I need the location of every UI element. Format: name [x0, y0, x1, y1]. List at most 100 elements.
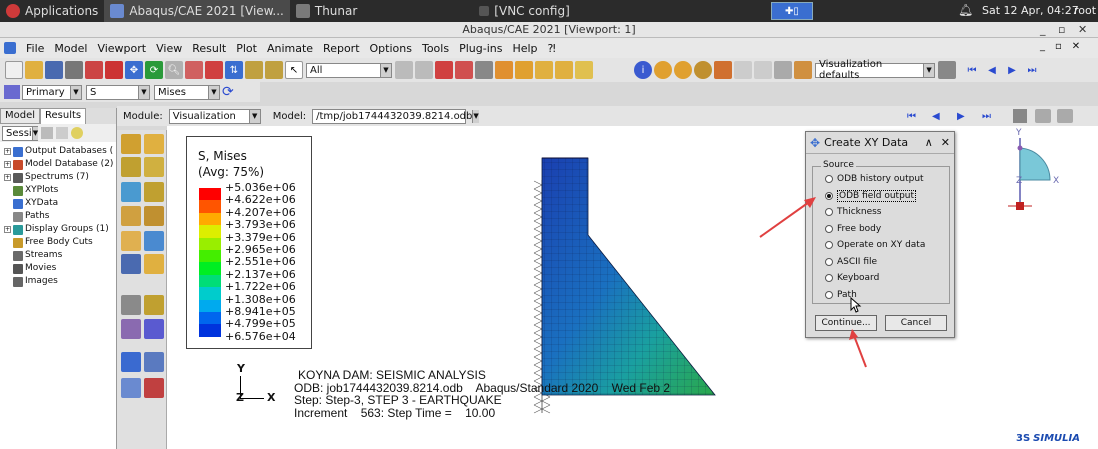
cube-side-icon[interactable] [555, 61, 573, 79]
source-option[interactable]: Keyboard [813, 270, 949, 287]
menu-tools[interactable]: Tools [422, 42, 449, 55]
expand-icon[interactable] [4, 187, 11, 194]
set-icon[interactable] [1013, 109, 1027, 123]
cube-icon[interactable] [515, 61, 533, 79]
radio-icon[interactable] [825, 274, 833, 283]
tree-item[interactable]: Paths [0, 210, 116, 223]
tree-item[interactable]: Movies [0, 262, 116, 275]
select-arrow-icon[interactable]: ↖ [285, 61, 303, 79]
radio-selected-icon[interactable] [825, 191, 833, 200]
dialog-title-bar[interactable]: ✥ Create XY Data ∧ ✕ [806, 132, 954, 154]
expand-icon[interactable]: + [4, 226, 11, 233]
primary-combo[interactable]: Primary ▼ [22, 84, 82, 100]
source-option[interactable]: Free body [813, 221, 949, 238]
create-xy-data-icon[interactable] [121, 352, 141, 372]
render-wire-icon[interactable] [694, 61, 712, 79]
refresh-icon[interactable]: ⟳ [222, 84, 234, 100]
menu-animate[interactable]: Animate [267, 42, 313, 55]
radio-icon[interactable] [825, 290, 833, 299]
source-option[interactable]: Thickness [813, 204, 949, 221]
task-vnc[interactable]: [VNC config] [473, 0, 575, 22]
xy-data-manager-icon[interactable] [144, 352, 164, 372]
source-option[interactable]: ASCII file [813, 254, 949, 271]
menu-file[interactable]: File [26, 42, 44, 55]
radio-icon[interactable] [825, 257, 833, 266]
color-code-icon[interactable] [938, 61, 956, 79]
free-body-icon[interactable] [144, 295, 164, 315]
animate-time-icon[interactable] [121, 254, 141, 274]
viewcut-icon[interactable] [121, 295, 141, 315]
allow-multiple-icon[interactable] [121, 231, 141, 251]
measure-icon[interactable] [265, 61, 283, 79]
tree-item[interactable]: + Display Groups (1) [0, 223, 116, 236]
camera-icon[interactable] [1035, 109, 1051, 123]
menu-result[interactable]: Result [192, 42, 226, 55]
new-file-icon[interactable] [5, 61, 23, 79]
variable-combo[interactable]: S ▼ [86, 84, 150, 100]
menu-options[interactable]: Options [370, 42, 412, 55]
tab-results[interactable]: Results [40, 108, 87, 124]
menu-viewport[interactable]: Viewport [97, 42, 146, 55]
menu-help[interactable]: Help [512, 42, 537, 55]
bulb-icon[interactable] [71, 127, 83, 139]
dialog-collapse-icon[interactable]: ∧ [925, 136, 933, 149]
plot-contours-deformed-icon[interactable] [144, 157, 164, 177]
tree-item[interactable]: XYPlots [0, 184, 116, 197]
plot-streams-icon[interactable] [144, 206, 164, 226]
select-option-icon[interactable] [395, 61, 413, 79]
selection-filter-combo[interactable]: All ▼ [306, 62, 392, 78]
plot-symbols-icon[interactable] [121, 182, 141, 202]
filter-icon[interactable] [41, 127, 53, 139]
previous-frame-icon[interactable]: ◀ [983, 61, 1001, 79]
undo-icon[interactable] [734, 61, 752, 79]
expand-icon[interactable]: + [4, 161, 11, 168]
radio-icon[interactable] [825, 208, 833, 217]
plot-paths-icon[interactable] [121, 206, 141, 226]
module-combo[interactable]: Visualization ▼ [168, 108, 261, 124]
plot-xy-icon[interactable] [144, 378, 164, 398]
source-option[interactable]: Operate on XY data [813, 237, 949, 254]
cube-iso-icon[interactable] [575, 61, 593, 79]
tools-icon[interactable] [714, 61, 732, 79]
tree-item[interactable]: + Spectrums (7) [0, 171, 116, 184]
user-label[interactable]: root [1074, 4, 1096, 17]
render-style-icon[interactable] [654, 61, 672, 79]
tree-item[interactable]: XYData [0, 197, 116, 210]
menu-context-help[interactable]: ⁈ [548, 42, 556, 55]
query-info-icon[interactable]: i [634, 61, 652, 79]
plot-undeformed-icon[interactable] [121, 134, 141, 154]
expand-icon[interactable]: + [4, 148, 11, 155]
menu-view[interactable]: View [156, 42, 182, 55]
source-option[interactable]: ODB history output [813, 171, 949, 188]
tree-item[interactable]: Images [0, 275, 116, 288]
auto-fit-icon[interactable] [205, 61, 223, 79]
window-close-icon[interactable]: ✕ [1078, 22, 1087, 38]
tree-item[interactable]: + Output Databases ( [0, 145, 116, 158]
last-frame-icon[interactable]: ⏭ [1023, 61, 1041, 79]
expand-icon[interactable]: + [4, 174, 11, 181]
continue-button[interactable]: Continue... [815, 315, 877, 331]
plot-deformed-icon[interactable] [144, 134, 164, 154]
model-combo[interactable]: /tmp/job1744432039.8214.odb ▼ [312, 108, 479, 124]
rotate-icon[interactable]: ⟳ [145, 61, 163, 79]
source-option[interactable]: ODB field output [813, 188, 949, 205]
menu-plot[interactable]: Plot [236, 42, 257, 55]
highlight-brush-icon[interactable] [495, 61, 513, 79]
tree-item[interactable]: + Model Database (2) [0, 158, 116, 171]
plot-contours-icon[interactable] [121, 157, 141, 177]
first-frame-icon[interactable]: ⏮ [963, 61, 981, 79]
zoom-icon[interactable]: 🔍︎ [165, 61, 183, 79]
report-icon[interactable] [121, 378, 141, 398]
cancel-button[interactable]: Cancel [885, 315, 947, 331]
expand-icon[interactable] [4, 278, 11, 285]
tree-item[interactable]: Streams [0, 249, 116, 262]
window-maximize-icon[interactable]: ▫ [1058, 22, 1065, 38]
ruler-icon[interactable] [245, 61, 263, 79]
expand-icon[interactable] [4, 213, 11, 220]
invariant-combo[interactable]: Mises ▼ [154, 84, 220, 100]
task-abaqus[interactable]: Abaqus/CAE 2021 [View... [104, 0, 290, 22]
cycle-view-icon[interactable]: ⇅ [225, 61, 243, 79]
render-shaded-icon[interactable] [674, 61, 692, 79]
context-first-icon[interactable]: ⏮ [907, 111, 916, 122]
next-frame-icon[interactable]: ▶ [1003, 61, 1021, 79]
